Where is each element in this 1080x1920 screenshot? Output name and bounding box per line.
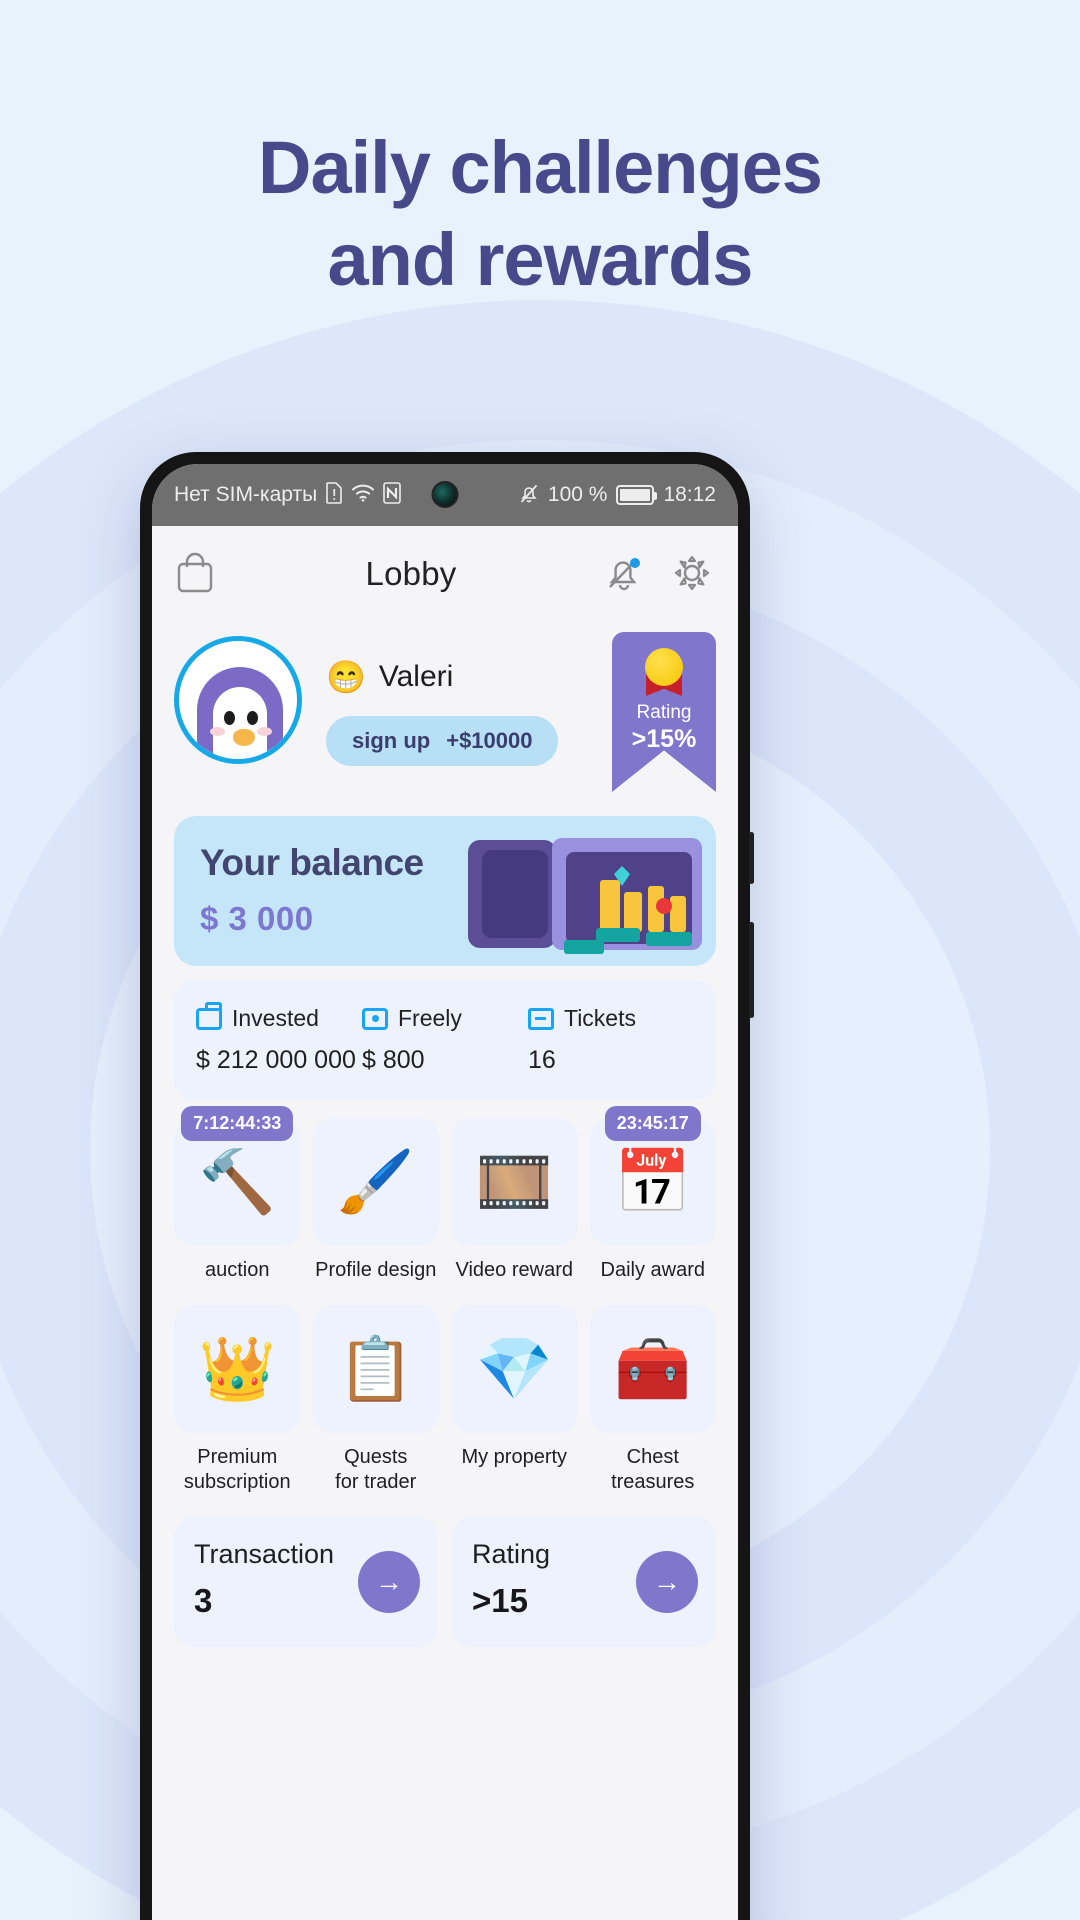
- transaction-card[interactable]: Transaction 3 →: [174, 1517, 438, 1647]
- stat-label: Freely: [398, 1005, 462, 1031]
- rating-badge-value: >15%: [631, 725, 697, 753]
- promo-headline: Daily challenges and rewards: [0, 122, 1080, 306]
- tile-label: Premium subscription: [183, 1446, 291, 1493]
- carrier-label: Нет SIM-карты: [174, 483, 318, 506]
- arrow-right-icon[interactable]: →: [358, 1551, 420, 1613]
- tile-auction[interactable]: 7:12:44:33 🔨 auction: [174, 1106, 301, 1283]
- bottom-cards: Transaction 3 → Rating >15 →: [174, 1517, 716, 1647]
- stat-freely[interactable]: Freely $ 800: [362, 1005, 528, 1075]
- tile-label: Chest treasures: [611, 1446, 695, 1493]
- stat-label: Tickets: [564, 1005, 636, 1031]
- tile-my-property[interactable]: 💎 My property: [451, 1305, 578, 1495]
- phone-volume-button[interactable]: [749, 922, 754, 1018]
- tile-premium-subscription[interactable]: 👑 Premium subscription: [174, 1305, 301, 1495]
- headline-line-1: Daily challenges: [258, 126, 823, 209]
- status-bar: Нет SIM-карты 100 % 18:12: [152, 464, 738, 526]
- tile-timer: 7:12:44:33: [181, 1106, 294, 1141]
- safe-with-money-icon: [468, 836, 708, 962]
- wifi-icon: [352, 484, 375, 506]
- battery-percent-label: 100 %: [547, 483, 608, 506]
- phone-mockup: Нет SIM-карты 100 % 18:12 Lobby 😁 Valeri…: [140, 452, 754, 1920]
- signup-bonus-chip[interactable]: sign up +$10000: [326, 716, 559, 766]
- balance-card[interactable]: Your balance $ 3 000: [174, 816, 716, 966]
- stat-label: Invested: [232, 1005, 319, 1031]
- phone-screen: Нет SIM-карты 100 % 18:12 Lobby 😁 Valeri…: [152, 464, 738, 1920]
- ticket-icon: [528, 1007, 554, 1030]
- stat-invested[interactable]: Invested $ 212 000 000: [196, 1001, 362, 1075]
- battery-full-icon: [616, 485, 658, 505]
- tile-quests-for-trader[interactable]: 📋 Quests for trader: [312, 1305, 439, 1495]
- stats-strip: Invested $ 212 000 000 Freely $ 800 Tick…: [174, 980, 716, 1100]
- tile-label: My property: [461, 1446, 568, 1468]
- mood-emoji[interactable]: 😁: [326, 658, 366, 696]
- signup-bonus-label: sign up: [352, 728, 431, 753]
- tile-chest-treasures[interactable]: 🧰 Chest treasures: [589, 1305, 716, 1495]
- gem-icon: 💎: [451, 1305, 578, 1433]
- arrow-right-icon[interactable]: →: [636, 1551, 698, 1613]
- nfc-icon: [383, 482, 401, 508]
- tile-grid-row-1: 7:12:44:33 🔨 auction 🖌️ Profile design 🎞…: [174, 1106, 716, 1283]
- bell-icon[interactable]: [602, 551, 648, 597]
- profile-row: 😁 Valeri sign up +$10000 Rating >15%: [174, 632, 716, 806]
- tile-video-reward[interactable]: 🎞️ Video reward: [451, 1118, 578, 1283]
- gear-icon[interactable]: [670, 551, 716, 597]
- phone-power-button[interactable]: [749, 832, 754, 884]
- clipboard-icon: 📋: [312, 1305, 439, 1433]
- front-camera: [431, 481, 459, 508]
- rating-badge[interactable]: Rating >15%: [612, 632, 716, 792]
- tile-label: auction: [205, 1259, 270, 1281]
- rating-badge-label: Rating: [636, 702, 692, 723]
- profile-name-row: 😁 Valeri: [326, 658, 612, 696]
- banknote-icon: [362, 1007, 388, 1030]
- medal-icon: [640, 648, 688, 696]
- stat-tickets[interactable]: Tickets 16: [528, 1005, 694, 1075]
- penguin-avatar[interactable]: [174, 636, 302, 764]
- bell-muted-icon: [519, 483, 539, 508]
- profile-name: Valeri: [378, 660, 454, 693]
- tile-label: Profile design: [315, 1259, 437, 1281]
- crown-icon: 👑: [174, 1305, 301, 1433]
- clock-label: 18:12: [663, 483, 716, 506]
- tile-label: Daily award: [600, 1259, 705, 1281]
- tile-daily-award[interactable]: 23:45:17 📅 Daily award: [589, 1106, 716, 1283]
- stat-value: $ 212 000 000: [196, 1046, 356, 1074]
- headline-line-2: and rewards: [327, 217, 754, 301]
- app-header: Lobby: [174, 526, 716, 622]
- page-title: Lobby: [365, 555, 457, 592]
- tile-label: Video reward: [455, 1259, 573, 1281]
- treasure-chest-icon: 🧰: [589, 1305, 716, 1433]
- briefcase-icon: [196, 1001, 222, 1030]
- tile-profile-design[interactable]: 🖌️ Profile design: [312, 1118, 439, 1283]
- app-screen: Lobby 😁 Valeri sign up +$10000 Rating >1…: [152, 526, 738, 1920]
- tile-grid-row-2: 👑 Premium subscription 📋 Quests for trader…: [174, 1305, 716, 1495]
- stat-value: 16: [528, 1046, 556, 1074]
- tile-timer: 23:45:17: [604, 1106, 701, 1141]
- sim-alert-icon: [326, 482, 343, 508]
- profile-design-icon: 🖌️: [312, 1118, 439, 1246]
- shopping-bag-icon[interactable]: [174, 551, 220, 597]
- tile-label: Quests for trader: [335, 1446, 417, 1493]
- stat-value: $ 800: [362, 1046, 425, 1074]
- signup-bonus-value: +$10000: [446, 728, 533, 753]
- rating-card[interactable]: Rating >15 →: [452, 1517, 716, 1647]
- video-reward-icon: 🎞️: [451, 1118, 578, 1246]
